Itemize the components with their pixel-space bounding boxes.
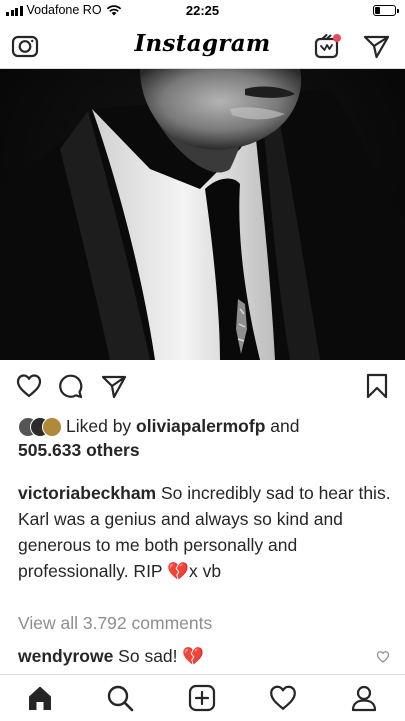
post-caption: victoriabeckham So incredibly sad to hea… xyxy=(18,480,393,584)
share-icon[interactable] xyxy=(100,372,128,400)
comment-text: So sad! xyxy=(113,646,183,666)
igtv-icon[interactable] xyxy=(312,31,342,61)
likes-middle: and xyxy=(265,416,300,436)
direct-message-icon[interactable] xyxy=(361,31,391,61)
view-all-comments-link[interactable]: View all 3.792 comments xyxy=(18,613,212,634)
likes-summary: Liked by oliviapalermofp and 505.633 othe… xyxy=(18,414,398,462)
liker-avatars[interactable] xyxy=(18,417,62,437)
liker-username[interactable]: oliviapalermofp xyxy=(136,416,265,436)
likes-count[interactable]: 505.633 others xyxy=(18,440,140,460)
search-icon[interactable] xyxy=(105,683,135,713)
clock: 22:25 xyxy=(185,3,220,18)
battery-icon xyxy=(373,5,399,16)
caption-username[interactable]: victoriabeckham xyxy=(18,483,156,503)
caption-signoff: x vb xyxy=(188,561,222,581)
avatar xyxy=(42,417,62,437)
post-actions xyxy=(0,363,405,409)
comment-username[interactable]: wendyrowe xyxy=(18,646,113,666)
bookmark-icon[interactable] xyxy=(363,372,391,400)
activity-icon[interactable] xyxy=(268,683,298,713)
comment-like-icon[interactable] xyxy=(376,650,390,664)
profile-icon[interactable] xyxy=(349,683,379,713)
post-photo[interactable] xyxy=(0,69,405,360)
likes-prefix: Liked by xyxy=(66,416,137,436)
bottom-tab-bar xyxy=(0,674,405,721)
home-icon[interactable] xyxy=(25,683,55,713)
status-bar: Vodafone RO 22:25 xyxy=(0,0,405,22)
instagram-logo: Instagram xyxy=(134,30,271,57)
comment-icon[interactable] xyxy=(56,372,84,400)
heart-icon[interactable] xyxy=(15,372,43,400)
portrait-image xyxy=(0,69,405,360)
comment-row: wendyrowe So sad! 💔 xyxy=(18,646,204,667)
broken-heart-emoji: 💔 xyxy=(182,646,205,666)
new-post-icon[interactable] xyxy=(187,683,217,713)
broken-heart-emoji: 💔 xyxy=(167,561,189,581)
app-header: Instagram xyxy=(0,22,405,69)
